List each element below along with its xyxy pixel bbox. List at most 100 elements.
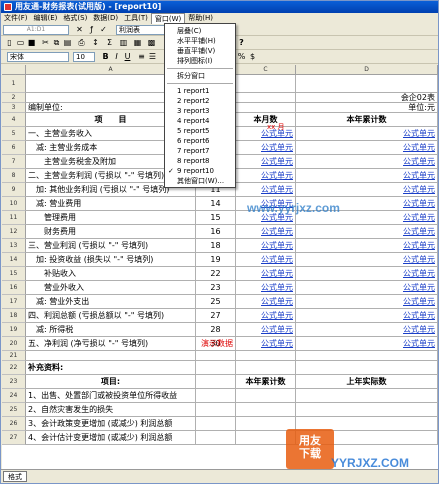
function-icon[interactable]: ƒ <box>87 25 96 34</box>
table-cell[interactable]: 公式单元 <box>296 267 438 281</box>
menu-tools[interactable]: 工具(T) <box>121 13 151 24</box>
table-cell[interactable]: 本月数 <box>236 113 296 127</box>
row-header[interactable]: 9 <box>2 183 26 197</box>
cell-reference-box[interactable]: A1:D1 <box>3 25 69 35</box>
table-cell[interactable]: 项目: <box>26 375 196 389</box>
paste-icon[interactable]: ▤ <box>63 38 72 47</box>
table-cell[interactable] <box>196 375 236 389</box>
row-header[interactable]: 8 <box>2 169 26 183</box>
table-cell[interactable]: 公式单元 <box>296 281 438 295</box>
table-cell[interactable] <box>196 403 236 417</box>
table-cell[interactable] <box>236 351 296 361</box>
table-cell[interactable]: 公式单元 <box>296 127 438 141</box>
table-cell[interactable]: 公式单元 <box>236 309 296 323</box>
percent-icon[interactable]: % <box>237 52 246 61</box>
row-header[interactable]: 7 <box>2 155 26 169</box>
table-cell[interactable]: 公式单元 <box>296 169 438 183</box>
table-cell[interactable]: 15 <box>196 211 236 225</box>
row-header[interactable]: 2 <box>2 93 26 103</box>
italic-icon[interactable]: I <box>112 52 121 61</box>
table-cell[interactable] <box>196 431 236 445</box>
table-cell[interactable]: 公式单元 <box>296 183 438 197</box>
row-header[interactable]: 1 <box>2 75 26 93</box>
thousands-icon[interactable]: $ <box>248 52 257 61</box>
row-header[interactable]: 15 <box>2 267 26 281</box>
window-menu-item[interactable]: 垂直平铺(V) <box>165 46 235 56</box>
underline-icon[interactable]: U <box>123 52 132 61</box>
table-cell[interactable]: 1、出售、处置部门或被投资单位所得收益 <box>26 389 196 403</box>
window-menu-item[interactable]: 7 report7 <box>165 146 235 156</box>
table-cell[interactable]: 公式单元 <box>236 253 296 267</box>
window-menu-item[interactable]: 5 report5 <box>165 126 235 136</box>
font-size-select[interactable]: 10 <box>73 52 95 62</box>
table-cell[interactable] <box>236 103 296 113</box>
table-cell[interactable]: 补充资料: <box>26 361 196 375</box>
confirm-icon[interactable]: ✓ <box>99 25 108 34</box>
row-header[interactable]: 6 <box>2 141 26 155</box>
table-cell[interactable]: 本年累计数 <box>296 113 438 127</box>
table-cell[interactable]: 五、净利润 (净亏损以 "-" 号填列) <box>26 337 196 351</box>
row-header[interactable]: 23 <box>2 375 26 389</box>
table-cell[interactable] <box>296 75 438 93</box>
window-menu-item[interactable]: 3 report3 <box>165 106 235 116</box>
table-cell[interactable]: 2、自然灾害发生的损失 <box>26 403 196 417</box>
table-cell[interactable]: 22 <box>196 267 236 281</box>
row-header[interactable]: 16 <box>2 281 26 295</box>
row-header[interactable]: 19 <box>2 323 26 337</box>
table-cell[interactable]: 公式单元 <box>236 225 296 239</box>
table-cell[interactable] <box>296 361 438 375</box>
table-cell[interactable]: 25 <box>196 295 236 309</box>
menu-file[interactable]: 文件(F) <box>1 13 31 24</box>
table-cell[interactable]: 28 <box>196 323 236 337</box>
corner-cell[interactable] <box>2 65 26 75</box>
window-menu-item[interactable]: 4 report4 <box>165 116 235 126</box>
table-cell[interactable] <box>296 389 438 403</box>
table-cell[interactable]: 18 <box>196 239 236 253</box>
formula-input[interactable]: 利润表 <box>116 25 166 35</box>
sort-icon[interactable]: ↕ <box>91 38 100 47</box>
row-header[interactable]: 17 <box>2 295 26 309</box>
column-header-c[interactable]: C <box>236 65 296 75</box>
table-cell[interactable]: 公式单元 <box>236 267 296 281</box>
table-cell[interactable]: 财务费用 <box>26 225 196 239</box>
row-header[interactable]: 11 <box>2 211 26 225</box>
table-cell[interactable]: 管理费用 <box>26 211 196 225</box>
row-header[interactable]: 22 <box>2 361 26 375</box>
window-menu-item[interactable]: 8 report8 <box>165 156 235 166</box>
table-cell[interactable]: 减: 营业费用 <box>26 197 196 211</box>
table-cell[interactable] <box>236 75 296 93</box>
table-cell[interactable] <box>236 93 296 103</box>
bold-icon[interactable]: B <box>101 52 110 61</box>
table-cell[interactable]: 27 <box>196 309 236 323</box>
table-cell[interactable]: 公式单元 <box>296 295 438 309</box>
sheet-tab-format[interactable]: 格式 <box>3 471 27 482</box>
table-cell[interactable]: 公式单元 <box>236 323 296 337</box>
window-menu-item[interactable]: 层叠(C) <box>165 26 235 36</box>
copy-icon[interactable]: ⧉ <box>52 38 61 47</box>
table-cell[interactable] <box>236 403 296 417</box>
row-header[interactable]: 27 <box>2 431 26 445</box>
align-center-icon[interactable]: ☰ <box>148 52 157 61</box>
table-cell[interactable]: 公式单元 <box>296 253 438 267</box>
table-cell[interactable]: 公式单元 <box>236 169 296 183</box>
row-header[interactable]: 5 <box>2 127 26 141</box>
table-cell[interactable]: 14 <box>196 197 236 211</box>
save-icon[interactable]: ■ <box>27 38 36 47</box>
table-icon[interactable]: ▦ <box>133 38 142 47</box>
table-cell[interactable]: 公式单元 <box>236 127 296 141</box>
window-menu-item[interactable]: 6 report6 <box>165 136 235 146</box>
table-cell[interactable]: 会企02表 <box>296 93 438 103</box>
window-menu-item[interactable]: 1 report1 <box>165 86 235 96</box>
table-cell[interactable]: 16 <box>196 225 236 239</box>
window-menu-item[interactable]: 2 report2 <box>165 96 235 106</box>
menu-data[interactable]: 数据(D) <box>90 13 121 24</box>
table-cell[interactable]: 公式单元 <box>236 337 296 351</box>
sum-icon[interactable]: Σ <box>105 38 114 47</box>
table-cell[interactable] <box>196 361 236 375</box>
row-header[interactable]: 4 <box>2 113 26 127</box>
window-menu-item[interactable]: ✓ 9 report10 <box>165 166 235 176</box>
cancel-icon[interactable]: ✕ <box>75 25 84 34</box>
row-header[interactable]: 26 <box>2 417 26 431</box>
table-cell[interactable]: 营业外收入 <box>26 281 196 295</box>
table-cell[interactable]: 加: 投资收益 (损失以 "-" 号填列) <box>26 253 196 267</box>
